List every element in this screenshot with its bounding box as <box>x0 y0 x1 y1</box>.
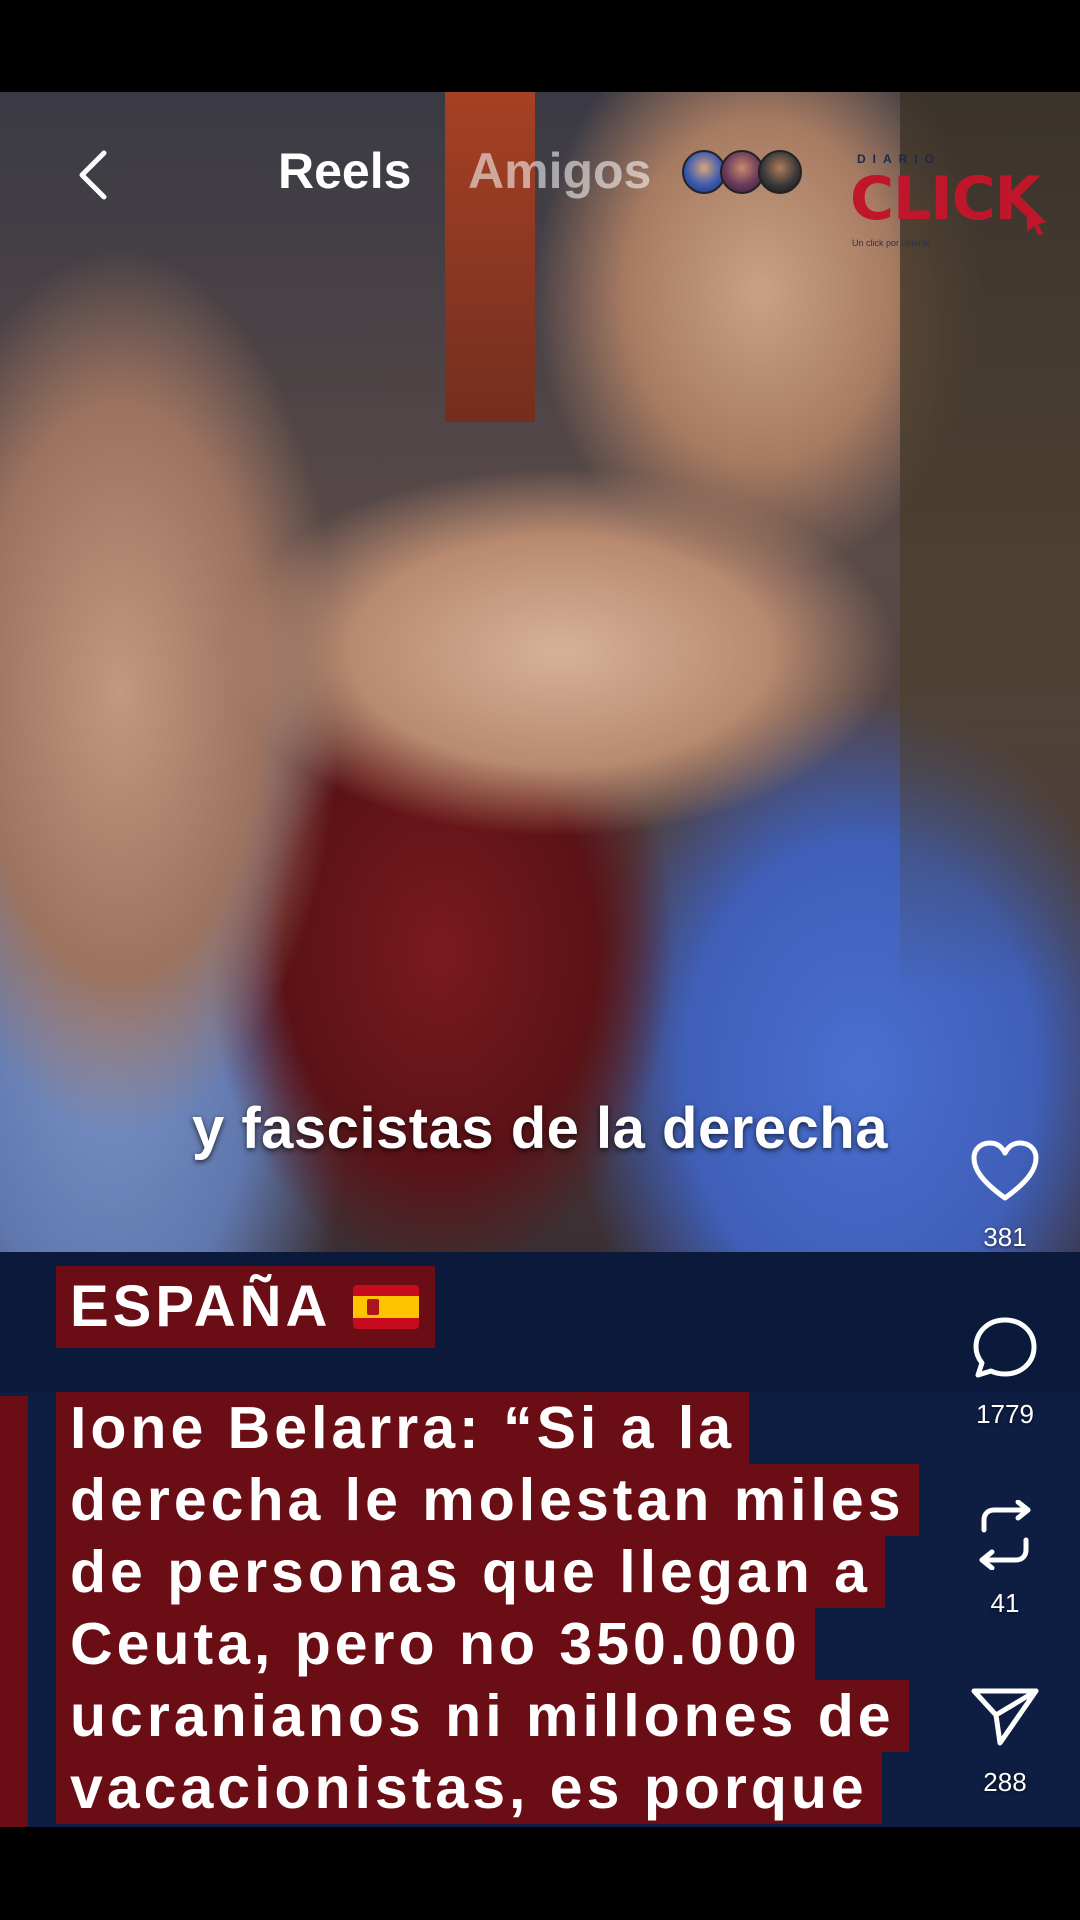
friends-avatars[interactable] <box>682 150 802 198</box>
repost-button[interactable]: 41 <box>950 1500 1060 1619</box>
country-tag: ESPAÑA <box>56 1266 436 1348</box>
logo-tagline: Un click por delante <box>852 238 932 248</box>
headline-line: Ione Belarra: “Si a la <box>56 1392 750 1464</box>
caption-left-strip <box>0 1396 28 1827</box>
share-button[interactable]: 288 <box>950 1685 1060 1798</box>
diario-click-logo: DIARIO CLICK Un click por delante <box>850 150 1050 250</box>
logo-brand-text: CLICK <box>850 164 1041 234</box>
tab-reels[interactable]: Reels <box>278 142 411 200</box>
share-count: 288 <box>983 1767 1027 1797</box>
country-tag-label: ESPAÑA <box>70 1274 332 1339</box>
logo-brand: CLICK <box>850 164 1041 234</box>
comment-count: 1779 <box>976 1399 1034 1429</box>
send-icon <box>971 1688 1039 1746</box>
repost-icon <box>979 1500 1031 1570</box>
repost-count: 41 <box>990 1588 1020 1618</box>
avatar <box>758 150 802 194</box>
headline-line: de personas que llegan a <box>56 1536 885 1608</box>
caption-panel[interactable]: ESPAÑA Ione Belarra: “Si a la derecha le… <box>0 1252 1080 1827</box>
status-bar-area <box>0 0 1080 92</box>
headline: Ione Belarra: “Si a la derecha le molest… <box>56 1392 1046 1824</box>
bottom-bar-area <box>0 1827 1080 1920</box>
headline-line: Ceuta, pero no 350.000 <box>56 1608 815 1680</box>
headline-line: derecha le molestan miles <box>56 1464 919 1536</box>
headline-line: vacacionistas, es porque <box>56 1752 882 1824</box>
comment-icon <box>973 1317 1037 1378</box>
headline-line: ucranianos ni millones de <box>56 1680 909 1752</box>
chevron-left-icon <box>79 150 107 200</box>
heart-icon <box>971 1140 1039 1201</box>
comment-button[interactable]: 1779 <box>950 1315 1060 1430</box>
video-player[interactable] <box>0 92 1080 1252</box>
cursor-icon <box>1027 210 1047 236</box>
spain-flag-icon <box>353 1285 420 1329</box>
like-count: 381 <box>983 1222 1027 1252</box>
back-button[interactable] <box>70 145 120 205</box>
reels-screen: y fascistas de la derecha Reels Amigos D… <box>0 0 1080 1920</box>
video-subtitle: y fascistas de la derecha <box>191 1096 888 1161</box>
tab-amigos[interactable]: Amigos <box>468 142 651 200</box>
like-button[interactable]: 381 <box>950 1140 1060 1253</box>
